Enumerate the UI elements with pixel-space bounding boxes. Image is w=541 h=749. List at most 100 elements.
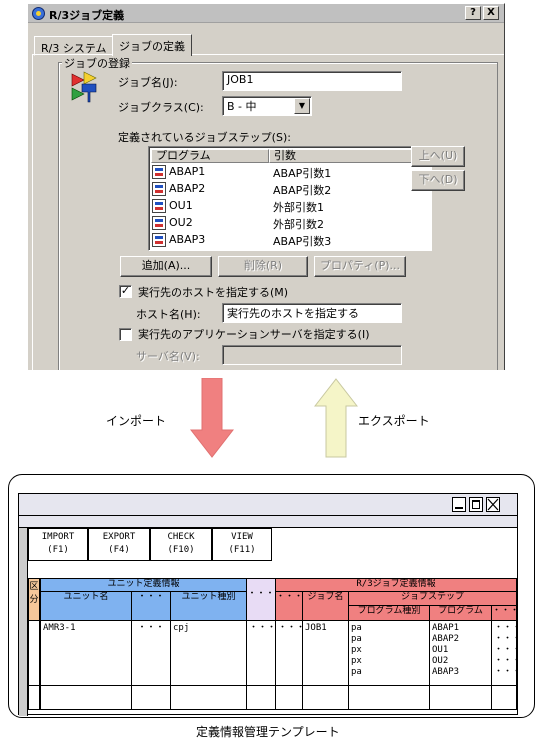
column-header-argument[interactable]: 引数: [269, 149, 429, 163]
job-name-input[interactable]: JOB1: [222, 71, 402, 91]
empty-row-cell[interactable]: [28, 685, 40, 710]
tab-job-definition[interactable]: ジョブの定義: [112, 34, 192, 56]
unit-info-header: ユニット定義情報: [40, 578, 247, 592]
empty-row-cell[interactable]: [302, 685, 349, 710]
move-up-button[interactable]: 上へ(U): [411, 146, 465, 167]
row-middle-ellipsis: ・・・: [246, 620, 276, 686]
table-row-kubun[interactable]: [28, 620, 40, 686]
empty-row-cell[interactable]: [131, 685, 171, 710]
view-button[interactable]: VIEW (F11): [212, 528, 272, 561]
help-button[interactable]: ?: [465, 6, 481, 20]
import-button-key: (F1): [47, 545, 69, 555]
check-button-label: CHECK: [167, 532, 195, 542]
empty-row-cell[interactable]: [170, 685, 247, 710]
unit-name-header: ユニット名: [40, 591, 132, 621]
template-window: IMPORT (F1) EXPORT (F4) CHECK (F10) VIEW…: [18, 493, 521, 716]
list-item[interactable]: ABAP1 ABAP引数1: [151, 164, 429, 180]
job-step-header: ジョブステップ: [348, 591, 517, 606]
step-ellipsis-header: ・・・: [491, 605, 519, 621]
host-name-input[interactable]: 実行先のホストを指定する: [222, 303, 402, 323]
step-argument: ABAP引数1: [273, 167, 332, 180]
empty-row-cell[interactable]: [275, 685, 303, 710]
view-button-label: VIEW: [231, 532, 253, 542]
row-unit-ellipsis: ・・・: [131, 620, 171, 686]
job-class-label: ジョブクラス(C):: [118, 101, 204, 114]
maximize-icon[interactable]: [469, 497, 483, 512]
group-title: ジョブの登録: [62, 55, 132, 71]
row-program-types[interactable]: pa pa px px pa: [348, 620, 430, 686]
row-programs[interactable]: ABAP1 ABAP2 OU1 OU2 ABAP3: [429, 620, 492, 686]
program-header: プログラム: [429, 605, 492, 621]
row-job-name[interactable]: JOB1: [302, 620, 349, 686]
column-header-program[interactable]: プログラム: [151, 149, 269, 163]
job-steps-list[interactable]: プログラム 引数 ABAP1 ABAP引数1 ABAP2 ABAP引数2 OU1…: [148, 146, 432, 251]
check-button-key: (F10): [167, 545, 195, 555]
server-name-input[interactable]: [222, 345, 402, 365]
check-button[interactable]: CHECK (F10): [150, 528, 212, 561]
empty-row-cell[interactable]: [348, 685, 430, 710]
external-program-icon: [152, 199, 166, 213]
host-name-label: ホスト名(H):: [136, 308, 201, 321]
close-icon[interactable]: [486, 497, 500, 512]
import-label: インポート: [106, 414, 167, 428]
program-type-header: プログラム種別: [348, 605, 430, 621]
abap-program-icon: [152, 165, 166, 179]
list-item[interactable]: OU2 外部引数2: [151, 215, 429, 231]
add-step-button[interactable]: 追加(A)...: [120, 256, 212, 277]
job-class-select[interactable]: B - 中 ▼: [222, 96, 312, 116]
import-arrow-icon: [190, 378, 234, 458]
server-name-label: サーバ名(V):: [136, 350, 200, 363]
step-program: ABAP3: [169, 233, 206, 246]
move-down-button[interactable]: 下へ(D): [411, 170, 465, 191]
delete-step-button[interactable]: 削除(R): [218, 256, 308, 277]
host-checkbox[interactable]: ✓: [119, 285, 132, 298]
abap-program-icon: [152, 182, 166, 196]
r3-info-header: R/3ジョブ定義情報: [275, 578, 517, 592]
external-program-icon: [152, 216, 166, 230]
export-button[interactable]: EXPORT (F4): [88, 528, 150, 561]
row-unit-name[interactable]: AMR3-1: [40, 620, 132, 686]
job-name-label: ジョブ名(J):: [118, 76, 178, 89]
row-r3-ellipsis: ・・・: [275, 620, 305, 686]
title-bar: R/3ジョブ定義 ? X: [28, 4, 504, 23]
r3-ellipsis-header: ・・・: [275, 591, 303, 621]
job-definition-dialog: R/3ジョブ定義 ? X R/3 システム ジョブの定義 ジョブの登録 ジョブ名…: [27, 3, 505, 370]
middle-ellipsis-header: ・・・: [246, 578, 276, 621]
kubun-text: 区分: [29, 582, 39, 605]
job-icon: [71, 71, 97, 103]
step-program: OU2: [169, 216, 193, 229]
app-server-checkbox[interactable]: [119, 328, 132, 341]
export-arrow-icon: [314, 378, 358, 458]
app-server-checkbox-label[interactable]: 実行先のアプリケーションサーバを指定する(I): [138, 326, 370, 342]
step-program: ABAP2: [169, 182, 206, 195]
job-class-value: B - 中: [227, 100, 257, 113]
empty-row-cell[interactable]: [246, 685, 276, 710]
dialog-title: R/3ジョブ定義: [49, 9, 125, 22]
unit-type-header: ユニット種別: [170, 591, 247, 621]
host-checkbox-label[interactable]: 実行先のホストを指定する(M): [138, 284, 288, 300]
template-menu-strip: [19, 516, 517, 528]
view-button-key: (F11): [228, 545, 256, 555]
job-name-header: ジョブ名: [302, 591, 349, 621]
abap-program-icon: [152, 233, 166, 247]
list-item[interactable]: ABAP2 ABAP引数2: [151, 181, 429, 197]
step-argument: 外部引数1: [273, 201, 324, 214]
app-icon: [32, 7, 45, 20]
import-button-label: IMPORT: [41, 532, 75, 542]
tab-r3-system[interactable]: R/3 システム: [34, 36, 114, 56]
empty-row-cell[interactable]: [491, 685, 517, 710]
export-button-label: EXPORT: [102, 532, 136, 542]
empty-row-cell[interactable]: [429, 685, 492, 710]
list-item[interactable]: ABAP3 ABAP引数3: [151, 232, 429, 248]
row-unit-type[interactable]: cpj: [170, 620, 247, 686]
export-label: エクスポート: [358, 414, 430, 428]
properties-button[interactable]: プロパティ(P)...: [314, 256, 406, 277]
minimize-icon[interactable]: [452, 497, 466, 512]
steps-label: 定義されているジョブステップ(S):: [118, 131, 291, 144]
list-item[interactable]: OU1 外部引数1: [151, 198, 429, 214]
close-button[interactable]: X: [483, 6, 499, 20]
import-button[interactable]: IMPORT (F1): [28, 528, 88, 561]
empty-row-cell[interactable]: [40, 685, 132, 710]
step-argument: ABAP引数2: [273, 184, 332, 197]
chevron-down-icon[interactable]: ▼: [294, 98, 310, 114]
